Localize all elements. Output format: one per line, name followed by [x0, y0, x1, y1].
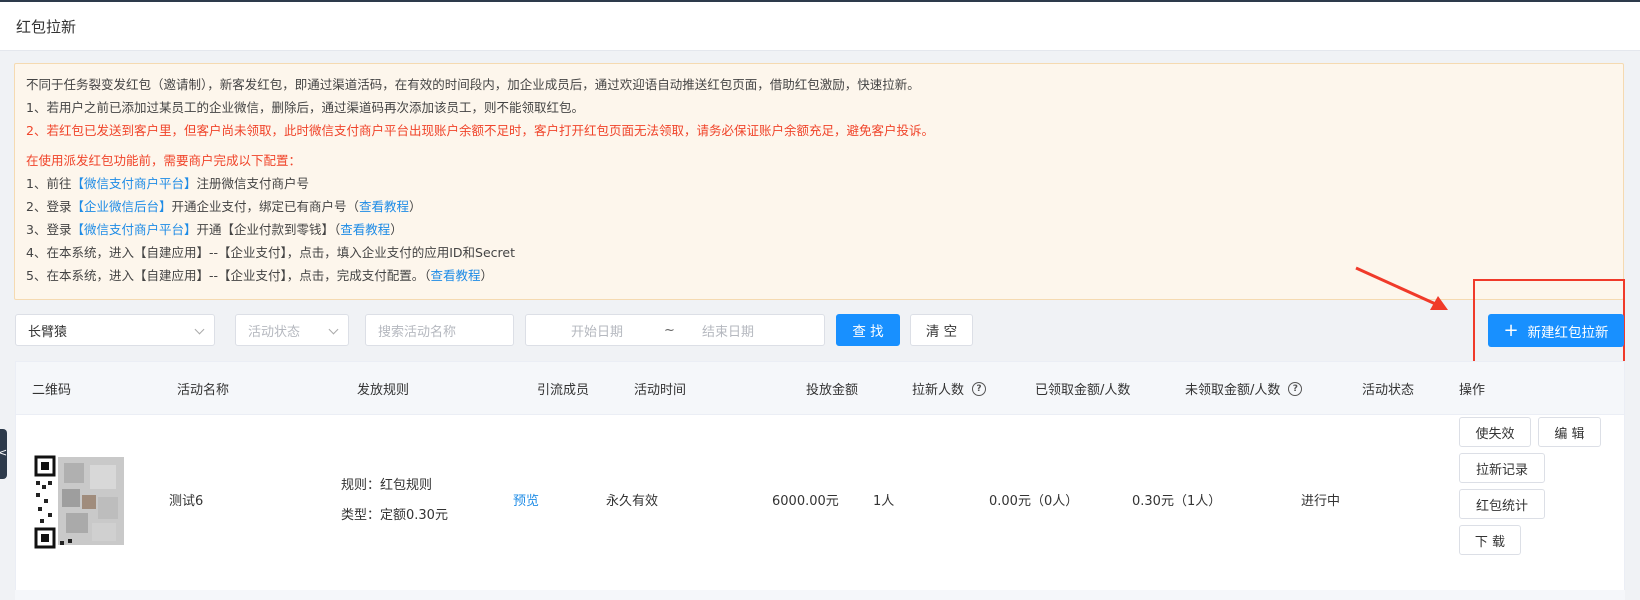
col-header-amount: 投放金额: [806, 383, 859, 398]
status-select[interactable]: 活动状态: [235, 314, 349, 346]
rule-line-1: 规则：红包规则: [341, 478, 433, 493]
activity-time: 永久有效: [606, 494, 659, 509]
clear-button[interactable]: 清 空: [910, 314, 973, 346]
notice-step-3: 3、登录【微信支付商户平台】开通【企业付款到零钱】（查看教程）: [26, 222, 403, 237]
end-date-input[interactable]: 结束日期: [702, 321, 754, 340]
chevron-left-icon: <: [0, 446, 8, 459]
col-header-time: 活动时间: [634, 383, 687, 398]
member-preview-link[interactable]: 预览: [513, 490, 539, 509]
status-text: 进行中: [1301, 494, 1341, 509]
sidebar-toggle[interactable]: <: [0, 429, 7, 479]
col-header-qr: 二维码: [32, 383, 72, 398]
col-header-member: 引流成员: [537, 383, 590, 398]
search-input[interactable]: 搜索活动名称: [365, 314, 514, 346]
notice-rule-2: 2、若红包已发送到客户里，但客户尚未领取，此时微信支付商户平台出现账户余额不足时…: [26, 123, 934, 138]
col-header-rule: 发放规则: [357, 383, 410, 398]
records-button[interactable]: 拉新记录: [1459, 453, 1545, 483]
stats-button[interactable]: 红包统计: [1459, 489, 1545, 519]
new-red-packet-button[interactable]: + 新建红包拉新: [1488, 314, 1624, 347]
invalidate-button[interactable]: 使失效: [1459, 417, 1531, 447]
wechat-pay-platform-link[interactable]: 【微信支付商户平台】: [71, 176, 196, 191]
col-header-received: 已领取金额/人数: [1035, 383, 1131, 398]
plus-icon: +: [1503, 319, 1519, 341]
download-button[interactable]: 下 载: [1459, 525, 1521, 555]
received-amount: 0.00元（0人）: [989, 494, 1079, 509]
search-button[interactable]: 查 找: [836, 314, 900, 346]
wechat-pay-platform-link-2[interactable]: 【微信支付商户平台】: [71, 222, 196, 237]
date-separator: ~: [664, 322, 675, 338]
tutorial-link-step2[interactable]: 查看教程: [359, 199, 409, 214]
help-icon[interactable]: ?: [1288, 381, 1303, 396]
table-bottom-strip: [15, 590, 1625, 600]
notice-setup-title: 在使用派发红包功能前，需要商户完成以下配置：: [26, 153, 302, 168]
chevron-down-icon: [194, 324, 205, 335]
col-header-new-count: 拉新人数 ?: [912, 362, 987, 415]
new-count: 1人: [873, 494, 895, 509]
date-range-picker[interactable]: 开始日期 ~ 结束日期: [525, 314, 825, 346]
wecom-admin-link[interactable]: 【企业微信后台】: [71, 199, 171, 214]
table-header: 二维码 活动名称 发放规则 引流成员 活动时间 投放金额 拉新人数 ? 已领取金…: [16, 362, 1624, 415]
edit-button[interactable]: 编 辑: [1538, 417, 1601, 447]
annotation-arrow-icon: [1355, 266, 1448, 310]
notice-step-2: 2、登录【企业微信后台】开通企业支付，绑定已有商户号（查看教程）: [26, 199, 422, 214]
notice-step-1: 1、前往【微信支付商户平台】注册微信支付商户号: [26, 176, 309, 191]
chevron-down-icon: [328, 324, 339, 335]
qr-code-image: [34, 455, 128, 549]
activity-amount: 6000.00元: [772, 494, 839, 509]
tutorial-link-step5[interactable]: 查看教程: [430, 268, 480, 283]
col-header-ops: 操作: [1459, 383, 1486, 398]
col-header-unreceived: 未领取金额/人数 ?: [1185, 362, 1303, 415]
col-header-name: 活动名称: [177, 383, 230, 398]
notice-step-4: 4、在本系统，进入【自建应用】--【企业支付】，点击，填入企业支付的应用ID和S…: [26, 245, 515, 260]
notice-rule-1: 1、若用户之前已添加过某员工的企业微信，删除后，通过渠道码再次添加该员工，则不能…: [26, 100, 584, 115]
notice-intro: 不同于任务裂变发红包（邀请制），新客发红包，即通过渠道活码，在有效的时间段内，加…: [26, 77, 920, 92]
page-title: 红包拉新: [16, 17, 77, 36]
start-date-input[interactable]: 开始日期: [571, 321, 623, 340]
unreceived-amount: 0.30元（1人）: [1132, 494, 1222, 509]
rule-line-2: 类型：定额0.30元: [341, 508, 448, 523]
activity-table: 二维码 活动名称 发放规则 引流成员 活动时间 投放金额 拉新人数 ? 已领取金…: [15, 361, 1625, 600]
page-header: 红包拉新: [0, 2, 1640, 51]
activity-name: 测试6: [169, 494, 204, 509]
tutorial-link-step3[interactable]: 查看教程: [340, 222, 390, 237]
col-header-status: 活动状态: [1362, 383, 1415, 398]
help-icon[interactable]: ?: [972, 381, 987, 396]
company-select[interactable]: 长臂猿: [15, 314, 215, 346]
